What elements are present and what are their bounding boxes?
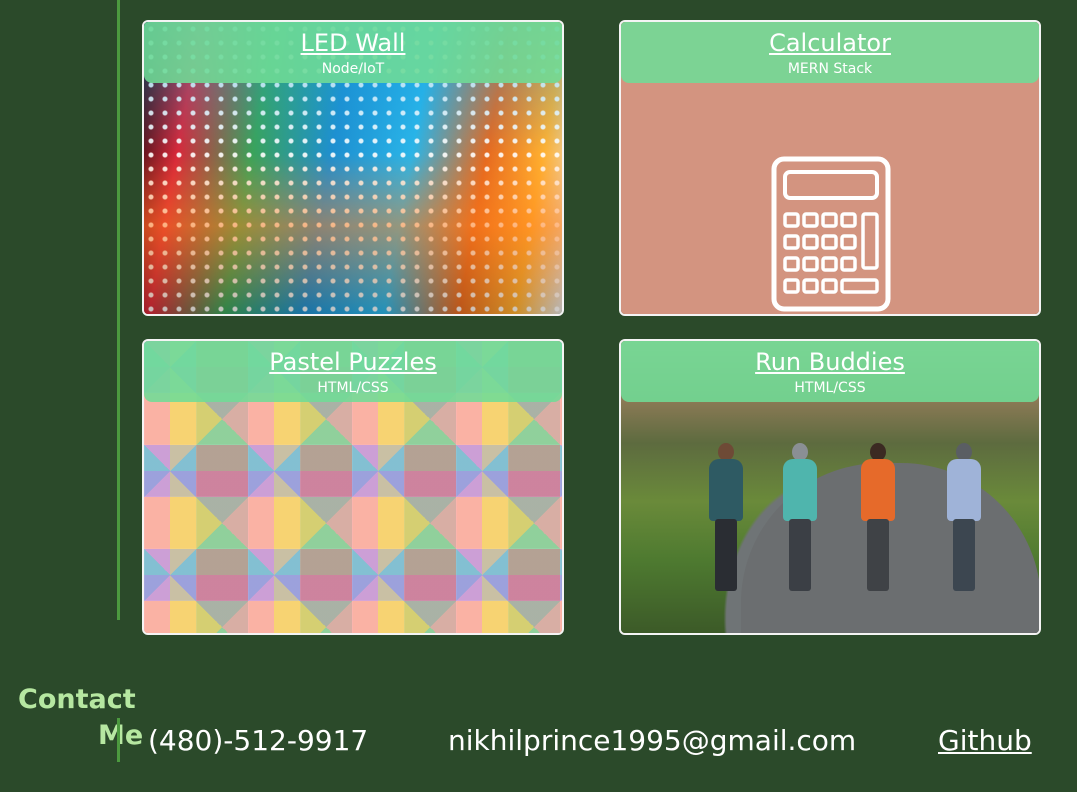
contact-heading-line1: Contact <box>18 684 136 715</box>
card-header: Pastel Puzzles HTML/CSS <box>144 341 562 402</box>
runner-figure <box>781 443 819 593</box>
phone-number[interactable]: (480)-512-9917 <box>148 722 368 760</box>
project-title-link[interactable]: Pastel Puzzles <box>144 347 562 377</box>
card-header: LED Wall Node/IoT <box>144 22 562 83</box>
runner-figure <box>707 443 745 593</box>
project-card-calculator[interactable]: Calculator MERN Stack <box>619 20 1041 316</box>
card-header: Calculator MERN Stack <box>621 22 1039 83</box>
project-title-link[interactable]: Calculator <box>621 28 1039 58</box>
github-link[interactable]: Github <box>938 722 1032 760</box>
project-tech-label: HTML/CSS <box>317 380 389 396</box>
portfolio-page: LED Wall Node/IoT Calculator MERN Stack … <box>0 0 1077 792</box>
project-card-pastel-puzzles[interactable]: Pastel Puzzles HTML/CSS <box>142 339 564 635</box>
contact-heading: Contact Me <box>18 682 143 754</box>
contact-divider <box>117 718 120 762</box>
vertical-divider <box>117 0 120 620</box>
runner-figure <box>859 443 897 593</box>
project-tech-label: MERN Stack <box>787 61 873 77</box>
email-address[interactable]: nikhilprince1995@gmail.com <box>448 722 856 760</box>
project-tech-label: Node/IoT <box>321 61 385 77</box>
runner-figure <box>945 443 983 593</box>
project-title-link[interactable]: Run Buddies <box>621 347 1039 377</box>
project-tech-label: HTML/CSS <box>794 380 866 396</box>
project-card-run-buddies[interactable]: Run Buddies HTML/CSS <box>619 339 1041 635</box>
contact-heading-line2: Me <box>98 720 144 751</box>
project-title-link[interactable]: LED Wall <box>144 28 562 58</box>
project-card-led-wall[interactable]: LED Wall Node/IoT <box>142 20 564 316</box>
calculator-icon <box>771 156 891 312</box>
card-header: Run Buddies HTML/CSS <box>621 341 1039 402</box>
